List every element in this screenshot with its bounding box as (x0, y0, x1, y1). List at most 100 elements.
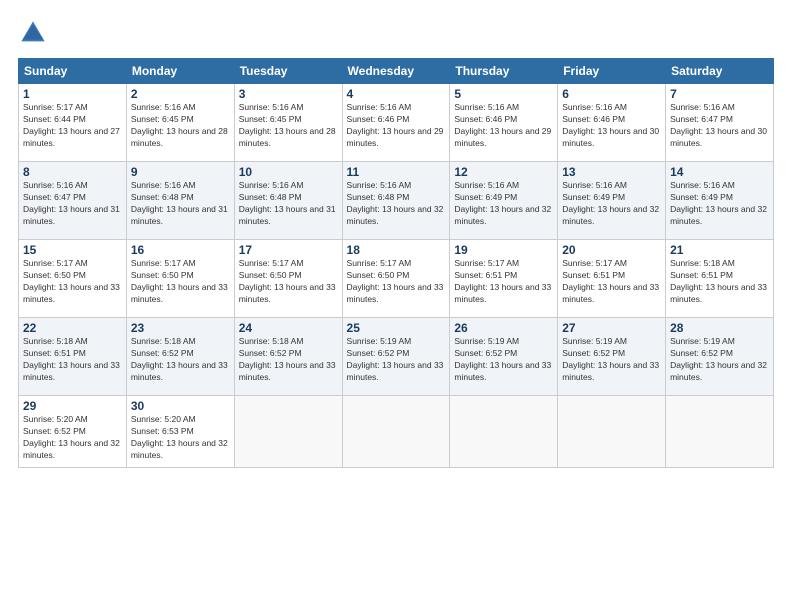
calendar-cell: 19 Sunrise: 5:17 AM Sunset: 6:51 PM Dayl… (450, 240, 558, 318)
calendar-cell: 8 Sunrise: 5:16 AM Sunset: 6:47 PM Dayli… (19, 162, 127, 240)
calendar-cell: 15 Sunrise: 5:17 AM Sunset: 6:50 PM Dayl… (19, 240, 127, 318)
day-info: Sunrise: 5:17 AM Sunset: 6:51 PM Dayligh… (562, 258, 661, 306)
calendar-cell: 1 Sunrise: 5:17 AM Sunset: 6:44 PM Dayli… (19, 84, 127, 162)
calendar-table: SundayMondayTuesdayWednesdayThursdayFrid… (18, 58, 774, 468)
day-info: Sunrise: 5:20 AM Sunset: 6:53 PM Dayligh… (131, 414, 230, 462)
page: SundayMondayTuesdayWednesdayThursdayFrid… (0, 0, 792, 612)
day-number: 27 (562, 321, 661, 335)
day-info: Sunrise: 5:19 AM Sunset: 6:52 PM Dayligh… (670, 336, 769, 384)
day-number: 1 (23, 87, 122, 101)
weekday-header-monday: Monday (126, 59, 234, 84)
weekday-header-friday: Friday (558, 59, 666, 84)
day-number: 22 (23, 321, 122, 335)
day-number: 29 (23, 399, 122, 413)
weekday-header-row: SundayMondayTuesdayWednesdayThursdayFrid… (19, 59, 774, 84)
day-info: Sunrise: 5:18 AM Sunset: 6:51 PM Dayligh… (23, 336, 122, 384)
weekday-header-sunday: Sunday (19, 59, 127, 84)
day-number: 14 (670, 165, 769, 179)
day-number: 10 (239, 165, 338, 179)
calendar-cell: 28 Sunrise: 5:19 AM Sunset: 6:52 PM Dayl… (666, 318, 774, 396)
day-number: 11 (347, 165, 446, 179)
calendar-cell: 9 Sunrise: 5:16 AM Sunset: 6:48 PM Dayli… (126, 162, 234, 240)
week-row-5: 29 Sunrise: 5:20 AM Sunset: 6:52 PM Dayl… (19, 396, 774, 468)
day-info: Sunrise: 5:16 AM Sunset: 6:47 PM Dayligh… (670, 102, 769, 150)
day-number: 23 (131, 321, 230, 335)
weekday-header-saturday: Saturday (666, 59, 774, 84)
day-info: Sunrise: 5:16 AM Sunset: 6:46 PM Dayligh… (562, 102, 661, 150)
day-number: 25 (347, 321, 446, 335)
header (18, 18, 774, 48)
day-number: 30 (131, 399, 230, 413)
week-row-4: 22 Sunrise: 5:18 AM Sunset: 6:51 PM Dayl… (19, 318, 774, 396)
calendar-cell: 4 Sunrise: 5:16 AM Sunset: 6:46 PM Dayli… (342, 84, 450, 162)
day-number: 18 (347, 243, 446, 257)
day-info: Sunrise: 5:17 AM Sunset: 6:50 PM Dayligh… (347, 258, 446, 306)
day-info: Sunrise: 5:16 AM Sunset: 6:49 PM Dayligh… (454, 180, 553, 228)
day-number: 9 (131, 165, 230, 179)
day-number: 20 (562, 243, 661, 257)
day-number: 6 (562, 87, 661, 101)
day-info: Sunrise: 5:17 AM Sunset: 6:50 PM Dayligh… (23, 258, 122, 306)
calendar-cell: 18 Sunrise: 5:17 AM Sunset: 6:50 PM Dayl… (342, 240, 450, 318)
weekday-header-thursday: Thursday (450, 59, 558, 84)
day-info: Sunrise: 5:18 AM Sunset: 6:51 PM Dayligh… (670, 258, 769, 306)
calendar-cell: 25 Sunrise: 5:19 AM Sunset: 6:52 PM Dayl… (342, 318, 450, 396)
day-number: 3 (239, 87, 338, 101)
day-info: Sunrise: 5:19 AM Sunset: 6:52 PM Dayligh… (454, 336, 553, 384)
day-info: Sunrise: 5:17 AM Sunset: 6:50 PM Dayligh… (131, 258, 230, 306)
calendar-cell: 13 Sunrise: 5:16 AM Sunset: 6:49 PM Dayl… (558, 162, 666, 240)
calendar-cell: 14 Sunrise: 5:16 AM Sunset: 6:49 PM Dayl… (666, 162, 774, 240)
calendar-cell: 6 Sunrise: 5:16 AM Sunset: 6:46 PM Dayli… (558, 84, 666, 162)
calendar-cell: 23 Sunrise: 5:18 AM Sunset: 6:52 PM Dayl… (126, 318, 234, 396)
day-number: 26 (454, 321, 553, 335)
calendar-cell: 26 Sunrise: 5:19 AM Sunset: 6:52 PM Dayl… (450, 318, 558, 396)
calendar-cell: 21 Sunrise: 5:18 AM Sunset: 6:51 PM Dayl… (666, 240, 774, 318)
day-number: 17 (239, 243, 338, 257)
day-info: Sunrise: 5:20 AM Sunset: 6:52 PM Dayligh… (23, 414, 122, 462)
day-info: Sunrise: 5:16 AM Sunset: 6:45 PM Dayligh… (131, 102, 230, 150)
day-info: Sunrise: 5:17 AM Sunset: 6:44 PM Dayligh… (23, 102, 122, 150)
calendar-cell: 10 Sunrise: 5:16 AM Sunset: 6:48 PM Dayl… (234, 162, 342, 240)
logo (18, 18, 52, 48)
calendar-cell (450, 396, 558, 468)
calendar-cell (558, 396, 666, 468)
week-row-3: 15 Sunrise: 5:17 AM Sunset: 6:50 PM Dayl… (19, 240, 774, 318)
calendar-cell (234, 396, 342, 468)
calendar-cell: 27 Sunrise: 5:19 AM Sunset: 6:52 PM Dayl… (558, 318, 666, 396)
day-number: 13 (562, 165, 661, 179)
day-info: Sunrise: 5:18 AM Sunset: 6:52 PM Dayligh… (239, 336, 338, 384)
day-info: Sunrise: 5:16 AM Sunset: 6:48 PM Dayligh… (347, 180, 446, 228)
week-row-2: 8 Sunrise: 5:16 AM Sunset: 6:47 PM Dayli… (19, 162, 774, 240)
day-info: Sunrise: 5:16 AM Sunset: 6:48 PM Dayligh… (131, 180, 230, 228)
calendar-cell: 11 Sunrise: 5:16 AM Sunset: 6:48 PM Dayl… (342, 162, 450, 240)
day-number: 7 (670, 87, 769, 101)
day-number: 28 (670, 321, 769, 335)
day-number: 5 (454, 87, 553, 101)
calendar-cell: 30 Sunrise: 5:20 AM Sunset: 6:53 PM Dayl… (126, 396, 234, 468)
day-info: Sunrise: 5:17 AM Sunset: 6:51 PM Dayligh… (454, 258, 553, 306)
calendar-cell: 12 Sunrise: 5:16 AM Sunset: 6:49 PM Dayl… (450, 162, 558, 240)
weekday-header-wednesday: Wednesday (342, 59, 450, 84)
day-info: Sunrise: 5:16 AM Sunset: 6:47 PM Dayligh… (23, 180, 122, 228)
day-number: 16 (131, 243, 230, 257)
calendar-cell: 2 Sunrise: 5:16 AM Sunset: 6:45 PM Dayli… (126, 84, 234, 162)
calendar-cell: 5 Sunrise: 5:16 AM Sunset: 6:46 PM Dayli… (450, 84, 558, 162)
day-number: 12 (454, 165, 553, 179)
day-info: Sunrise: 5:16 AM Sunset: 6:46 PM Dayligh… (347, 102, 446, 150)
calendar-cell: 24 Sunrise: 5:18 AM Sunset: 6:52 PM Dayl… (234, 318, 342, 396)
day-number: 24 (239, 321, 338, 335)
day-info: Sunrise: 5:16 AM Sunset: 6:45 PM Dayligh… (239, 102, 338, 150)
day-info: Sunrise: 5:18 AM Sunset: 6:52 PM Dayligh… (131, 336, 230, 384)
day-info: Sunrise: 5:16 AM Sunset: 6:48 PM Dayligh… (239, 180, 338, 228)
calendar-cell: 22 Sunrise: 5:18 AM Sunset: 6:51 PM Dayl… (19, 318, 127, 396)
calendar-cell: 29 Sunrise: 5:20 AM Sunset: 6:52 PM Dayl… (19, 396, 127, 468)
calendar-cell: 3 Sunrise: 5:16 AM Sunset: 6:45 PM Dayli… (234, 84, 342, 162)
day-info: Sunrise: 5:16 AM Sunset: 6:49 PM Dayligh… (670, 180, 769, 228)
logo-icon (18, 18, 48, 48)
day-number: 21 (670, 243, 769, 257)
day-info: Sunrise: 5:16 AM Sunset: 6:49 PM Dayligh… (562, 180, 661, 228)
day-info: Sunrise: 5:16 AM Sunset: 6:46 PM Dayligh… (454, 102, 553, 150)
day-info: Sunrise: 5:19 AM Sunset: 6:52 PM Dayligh… (347, 336, 446, 384)
day-number: 4 (347, 87, 446, 101)
weekday-header-tuesday: Tuesday (234, 59, 342, 84)
